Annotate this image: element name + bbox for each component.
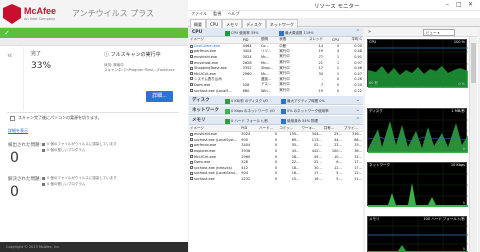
network-section-header[interactable]: ネットワーク 0 Kbps のネットワーク I/O 0% のネットワーク使用率 …: [189, 106, 363, 116]
table-row[interactable]: svchost.exe (LocalSyst... 900 0 69... 113...…: [189, 137, 363, 143]
graph-column: » ビュー ▾ CPU 100 % 60 秒 0 % ディスク 1 MB/秒 0: [365, 28, 478, 252]
table-row[interactable]: mcshield.exe 3024 0 155... 344... 25... 316...: [189, 131, 363, 137]
graph-scrollbar[interactable]: [469, 37, 477, 252]
checkmark-icon: ✓: [4, 29, 10, 37]
rm-title: リソース モニター: [314, 4, 360, 10]
expand-icon[interactable]: ⌄: [356, 106, 360, 115]
shutdown-checkbox[interactable]: [10, 115, 15, 121]
resolved-line-2: 0 個の怪しいプログラム: [42, 182, 85, 187]
graph-expand-icon[interactable]: »: [368, 29, 371, 35]
resolved-title: 解決された問題:: [8, 177, 42, 182]
memory-used-legend: 使用済み 54% 物理: [281, 117, 318, 126]
resolved-count: 0: [10, 184, 19, 200]
menu-monitor[interactable]: 監視: [213, 11, 221, 16]
memory-graph-min: 0: [462, 247, 465, 251]
disk-graph: ディスク 1 MB/秒 0: [367, 108, 468, 153]
network-graph-max: 10 Kbps: [450, 163, 465, 167]
disk-graph-min: 0: [462, 147, 465, 151]
table-row[interactable]: svchost.exe (LocalServi... 904 0 16... 17...…: [189, 171, 363, 177]
table-row[interactable]: svchost.exe (LocalS... 680 Win... 実行中 19 0 0.2…: [189, 88, 363, 94]
detected-line-1: 0 個のファイルがウイルスに感染しています: [42, 142, 117, 147]
detected-line-2: 0 個の怪しいプログラム: [42, 148, 85, 153]
cpu-table: イメージ PID 説明 状態 スレッド CPU 平均 C LiveComm.ex…: [189, 37, 363, 93]
resolved-line-1: 0 個のファイルがウイルスに感染しています: [42, 176, 117, 181]
scan-running-label: ⓘ フルスキャンの実行中: [104, 52, 161, 58]
divider: [7, 112, 179, 113]
copyright-footer: Copyright © 2013 McAfee, Inc.: [0, 242, 188, 252]
table-row[interactable]: explorer.exe 1936 0 43... 442... 100... 36...: [189, 148, 363, 154]
sub-bar: [0, 38, 188, 46]
mcafee-window: McAfee An Intel Company アンチウイルス プラス ✓ « …: [0, 0, 188, 252]
memory-graph-label: メモリ: [369, 217, 380, 221]
details-link[interactable]: 詳細を表示: [8, 128, 28, 134]
shutdown-option[interactable]: スキャン完了後にパソコンの電源を切ります。: [10, 115, 102, 121]
scan-panel: 完了 33% ⓘ フルスキャンの実行中 状況: 検索中 スキャン中: C:\Pr…: [23, 47, 175, 110]
scan-action-button[interactable]: 詳細...: [146, 91, 173, 102]
minimize-icon[interactable]: –: [446, 1, 449, 8]
table-row[interactable]: McUICnt.exe 2960 0 28... 45... 10... 31...: [189, 154, 363, 160]
memory-graph-plot: [368, 217, 468, 252]
graph-toolbar: » ビュー ▾: [365, 28, 478, 37]
table-row[interactable]: svchost.exe 1232 0 15... 16... 5... 11...: [189, 176, 363, 182]
disk-graph-max: 1 MB/秒: [451, 109, 465, 113]
collapse-chevron-icon[interactable]: «: [7, 51, 13, 61]
maximize-icon[interactable]: □: [456, 1, 462, 8]
network-io-legend: 0 Kbps のネットワーク I/O: [225, 107, 275, 116]
network-graph-plot: [368, 163, 468, 207]
network-graph: ネットワーク 10 Kbps 0: [367, 162, 468, 207]
info-icon: ⓘ: [104, 52, 111, 58]
disk-graph-plot: [368, 109, 468, 153]
rm-menubar: ファイル 監視 ヘルプ: [188, 11, 480, 18]
scrollbar-thumb[interactable]: [471, 43, 476, 83]
scan-percent: 33%: [31, 61, 52, 71]
memory-section-header[interactable]: メモリ 0 ハード フォールト/秒 使用済み 54% 物理 ⌃: [189, 116, 363, 126]
cpu-graph-plot: [368, 40, 468, 88]
scan-file-line: スキャン中: C:\Program Files\...\Fonts\xxx: [104, 68, 175, 72]
memory-fault-legend: 0 ハード フォールト/秒: [225, 117, 268, 126]
close-icon[interactable]: ✕: [468, 1, 473, 8]
cpu-graph-label: CPU: [369, 40, 377, 44]
disk-active-legend: 最大アクティブ時間 0%: [281, 97, 325, 106]
resource-panels: CPU CPU 使用率 35% 最大周波数 119% ⌃ イメージ PID 説明…: [189, 28, 363, 252]
menu-help[interactable]: ヘルプ: [228, 11, 240, 16]
table-row[interactable]: svchost.exe (netsvcs) 412 0 18... 30... 12...…: [189, 165, 363, 171]
disk-graph-label: ディスク: [369, 109, 383, 113]
disk-section-header[interactable]: ディスク 0 KB/秒 のディスク I/O 最大アクティブ時間 0% ⌄: [189, 96, 363, 106]
table-row[interactable]: perfmon.exe 3404 0 55... 52... 23... 33...: [189, 143, 363, 149]
cpu-graph-min: 0 %: [458, 82, 465, 86]
mcafee-header: McAfee An Intel Company アンチウイルス プラス: [0, 0, 188, 28]
rm-titlebar: リソース モニター – □ ✕: [188, 0, 480, 11]
scan-status-label: 完了: [31, 51, 42, 57]
resource-monitor-window: リソース モニター – □ ✕ ファイル 監視 ヘルプ 概要 CPU メモリ ディスク…: [188, 0, 480, 252]
app-title: アンチウイルス プラス: [72, 9, 155, 18]
cpu-usage-legend: CPU 使用率 35%: [225, 29, 259, 38]
status-bar-green: ✓: [0, 28, 188, 38]
cpu-graph-time: 60 秒: [369, 81, 379, 85]
rm-tabs: 概要 CPU メモリ ディスク ネットワーク: [188, 18, 480, 30]
memory-graph: メモリ 100 ハード フォールト/秒 0: [367, 216, 468, 252]
disk-io-legend: 0 KB/秒 のディスク I/O: [225, 97, 268, 106]
cpu-freq-legend: 最大周波数 119%: [279, 29, 314, 38]
cpu-graph-max: 100 %: [453, 40, 465, 44]
network-graph-label: ネットワーク: [369, 163, 390, 167]
network-graph-min: 0: [462, 201, 465, 205]
cpu-graph: CPU 100 % 60 秒 0 %: [367, 39, 468, 88]
detected-count: 0: [10, 150, 19, 166]
menu-file[interactable]: ファイル: [191, 11, 207, 16]
cpu-section-header[interactable]: CPU CPU 使用率 35% 最大周波数 119% ⌃: [189, 28, 363, 37]
collapse-icon[interactable]: ⌃: [356, 28, 360, 37]
network-usage-legend: 0% のネットワーク使用率: [281, 107, 329, 116]
expand-icon[interactable]: ⌄: [356, 96, 360, 105]
memory-table: イメージ PID ハード... コミッ... ワーキ... 共有... プライ.…: [189, 125, 363, 181]
detected-title: 検出された問題:: [8, 143, 42, 148]
brand-name: McAfee: [24, 6, 57, 16]
mcafee-shield-icon: [3, 4, 21, 24]
memory-graph-max: 100 ハード フォールト/秒: [423, 217, 465, 221]
collapse-icon[interactable]: ⌃: [356, 116, 360, 125]
brand-subtitle: An Intel Company: [24, 17, 56, 21]
view-dropdown[interactable]: ビュー ▾: [423, 29, 455, 36]
